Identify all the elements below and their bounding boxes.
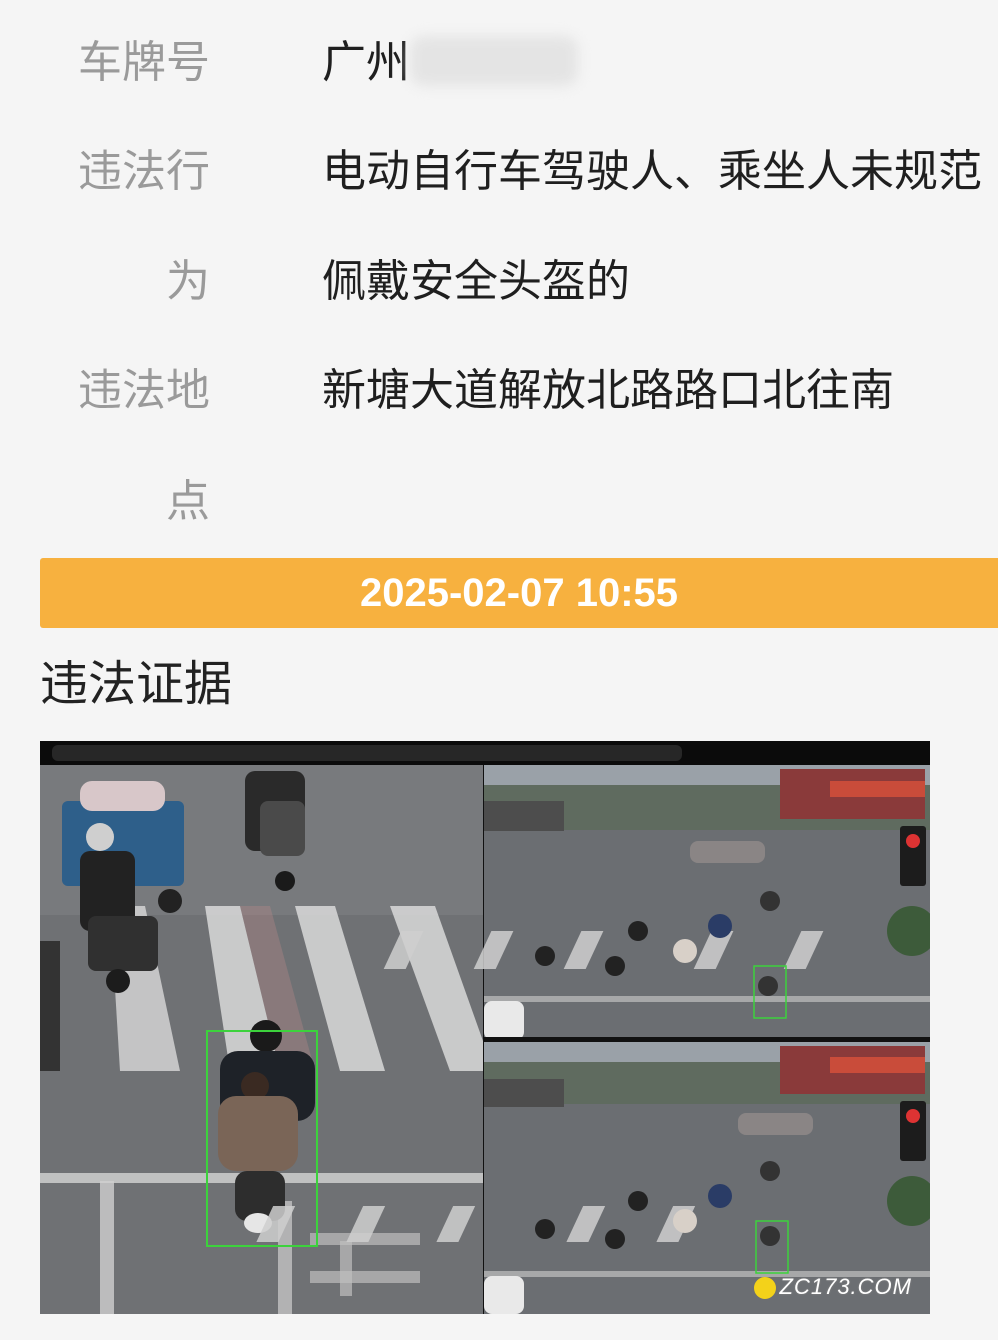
evidence-title: 违法证据	[40, 656, 233, 712]
behavior-label-line2: 为	[166, 256, 210, 307]
datetime-bar: 2025-02-07 10:55	[40, 558, 998, 628]
evidence-image[interactable]: ZC173.COM	[40, 741, 930, 1314]
location-label-line1: 违法地	[78, 365, 210, 416]
location-label-line2: 点	[166, 476, 210, 527]
behavior-value-line2: 佩戴安全头盔的	[322, 256, 630, 307]
location-value: 新塘大道解放北路路口北往南	[322, 365, 894, 416]
datetime-text: 2025-02-07 10:55	[359, 570, 679, 615]
behavior-label-line1: 违法行	[78, 146, 210, 197]
watermark-text: ZC173.COM	[779, 1274, 912, 1299]
plate-redaction	[410, 36, 578, 86]
watermark-logo-icon	[753, 1277, 776, 1300]
plate-value: 广州	[322, 37, 410, 88]
watermark: ZC173.COM	[753, 1274, 912, 1300]
behavior-value-line1: 电动自行车驾驶人、乘坐人未规范	[322, 146, 982, 197]
plate-label: 车牌号	[78, 37, 210, 88]
